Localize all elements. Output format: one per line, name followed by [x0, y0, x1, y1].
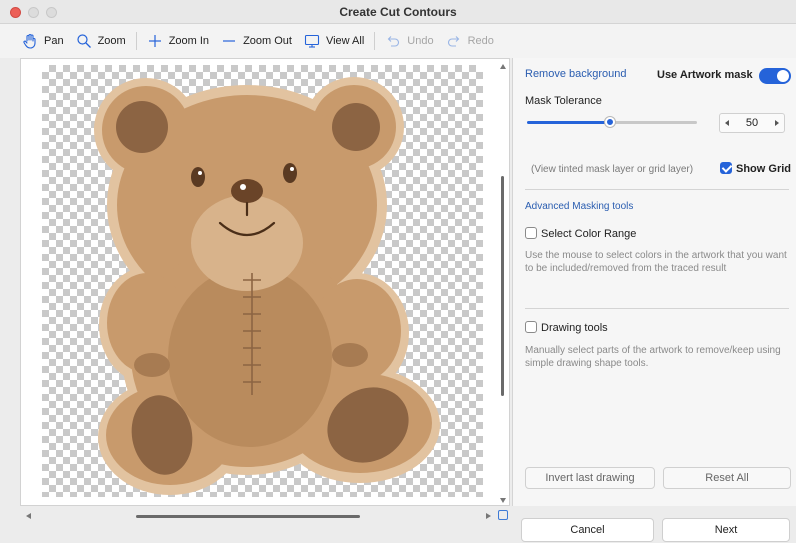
select-color-range-label: Select Color Range	[541, 228, 637, 240]
zoom-in-button[interactable]: Zoom In	[141, 29, 215, 53]
select-color-range-checkbox[interactable]	[525, 227, 537, 239]
drawing-tools-label: Drawing tools	[541, 322, 608, 334]
invert-last-drawing-button[interactable]: Invert last drawing	[525, 467, 655, 489]
magnifier-icon	[76, 34, 91, 48]
redo-button[interactable]: Redo	[440, 29, 500, 53]
horizontal-scrollbar[interactable]	[20, 508, 496, 524]
scroll-left-arrow-icon[interactable]	[26, 513, 31, 519]
drawing-tools-checkbox[interactable]	[525, 321, 537, 333]
undo-button[interactable]: Undo	[379, 29, 439, 53]
undo-label: Undo	[407, 35, 434, 47]
artwork-canvas[interactable]	[20, 58, 510, 506]
cancel-button[interactable]: Cancel	[521, 518, 654, 542]
zoom-out-label: Zoom Out	[243, 35, 292, 47]
scroll-right-arrow-icon[interactable]	[486, 513, 491, 519]
monitor-icon	[304, 34, 320, 48]
zoom-out-button[interactable]: Zoom Out	[215, 29, 298, 53]
pan-button[interactable]: Pan	[16, 29, 70, 53]
canvas-corner-icon[interactable]	[498, 510, 508, 520]
hand-icon	[23, 33, 36, 49]
teddy-bear-artwork	[94, 77, 440, 495]
minus-icon	[223, 40, 236, 42]
show-grid-label: Show Grid	[736, 163, 791, 175]
zoom-button[interactable]: Zoom	[70, 29, 132, 53]
view-all-label: View All	[325, 35, 365, 47]
toolbar: Pan Zoom Zoom In Zoom Out View All Undo …	[0, 24, 796, 58]
tolerance-slider-track[interactable]	[612, 121, 697, 124]
section-divider	[525, 308, 789, 309]
decrement-arrow-icon[interactable]	[725, 120, 729, 126]
mask-settings-panel: Remove background Use Artwork mask Mask …	[512, 58, 796, 506]
redo-icon	[447, 36, 459, 47]
view-all-button[interactable]: View All	[298, 29, 370, 53]
scroll-down-arrow-icon[interactable]	[500, 498, 506, 503]
toggle-knob	[777, 70, 789, 82]
section-divider	[525, 189, 789, 190]
transparency-grid	[42, 65, 483, 497]
toolbar-separator	[374, 32, 376, 50]
tolerance-slider-thumb[interactable]	[605, 117, 615, 127]
toolbar-separator	[135, 32, 137, 50]
plus-icon	[148, 35, 161, 47]
horizontal-scroll-thumb[interactable]	[136, 515, 360, 518]
zoom-label: Zoom	[97, 35, 126, 47]
show-grid-checkbox[interactable]	[720, 162, 732, 174]
reset-all-button[interactable]: Reset All	[663, 467, 791, 489]
title-bar: Create Cut Contours	[0, 0, 796, 24]
undo-icon	[388, 36, 400, 47]
vertical-scroll-thumb[interactable]	[501, 176, 504, 396]
select-color-range-description: Use the mouse to select colors in the ar…	[525, 250, 787, 274]
mask-tolerance-label: Mask Tolerance	[525, 95, 602, 107]
use-artwork-mask-toggle[interactable]	[759, 68, 791, 84]
increment-arrow-icon[interactable]	[775, 120, 779, 126]
remove-background-heading: Remove background	[525, 68, 627, 80]
next-button[interactable]: Next	[662, 518, 790, 542]
vertical-scrollbar[interactable]	[496, 58, 510, 506]
zoom-in-label: Zoom In	[168, 35, 210, 47]
redo-label: Redo	[467, 35, 494, 47]
pan-label: Pan	[44, 35, 64, 47]
drawing-tools-description: Manually select parts of the artwork to …	[525, 345, 781, 369]
advanced-masking-heading: Advanced Masking tools	[525, 201, 634, 212]
tolerance-value: 50	[745, 117, 759, 129]
scroll-up-arrow-icon[interactable]	[500, 64, 506, 69]
tolerance-slider-fill	[527, 121, 612, 124]
view-hint-text: (View tinted mask layer or grid layer)	[531, 164, 694, 175]
tolerance-stepper[interactable]: 50	[719, 113, 785, 133]
window-title: Create Cut Contours	[339, 5, 457, 19]
use-artwork-mask-label: Use Artwork mask	[657, 69, 753, 81]
